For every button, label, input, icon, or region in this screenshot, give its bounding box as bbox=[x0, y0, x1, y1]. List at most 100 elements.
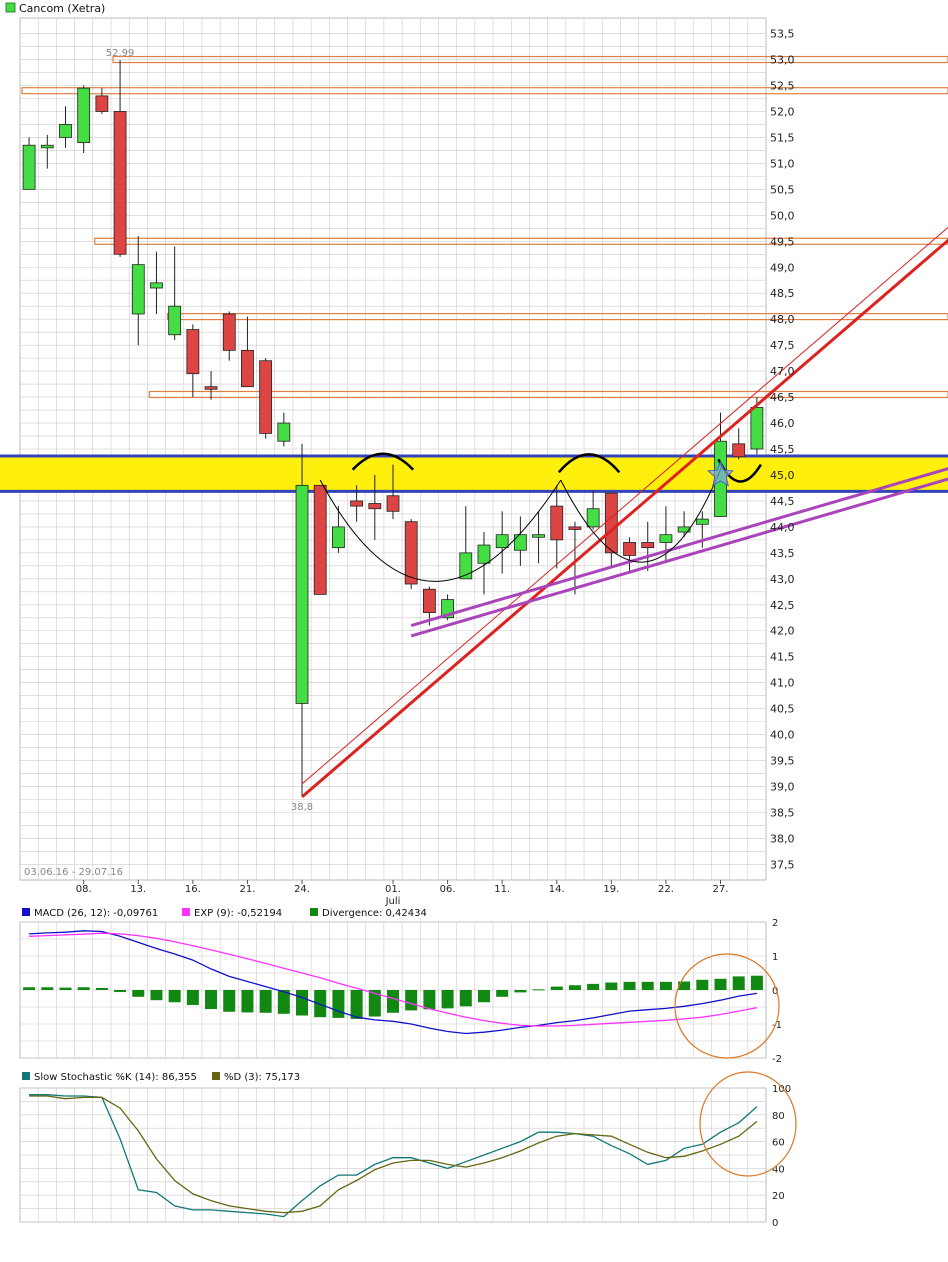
candle-body bbox=[732, 443, 746, 458]
y-tick-label: 43,0 bbox=[770, 573, 795, 586]
x-tick-label: 13. bbox=[130, 884, 146, 895]
candle-body bbox=[59, 124, 72, 138]
y-tick-label: 53,0 bbox=[770, 54, 795, 67]
macd-legend-swatch bbox=[182, 908, 190, 916]
divergence-bar bbox=[441, 990, 454, 1009]
stoch-legend-label: Slow Stochastic %K (14): 86,355 bbox=[34, 1072, 197, 1083]
y-tick-label: 50,5 bbox=[770, 183, 795, 196]
divergence-bar bbox=[750, 975, 763, 990]
candle-body bbox=[550, 505, 564, 541]
divergence-bar bbox=[168, 990, 181, 1003]
divergence-bar bbox=[550, 986, 563, 990]
price-panel: Cancom (Xetra) 52,99 38,8 53,5 53,0 52,5 52,0 5… bbox=[0, 2, 948, 907]
candle-body bbox=[113, 111, 127, 255]
y-tick-label: 38,5 bbox=[770, 806, 795, 819]
x-tick-label: 22. bbox=[658, 884, 674, 895]
candle-body bbox=[513, 534, 527, 551]
y-tick-label: 49,5 bbox=[770, 235, 795, 248]
y-tick-label: 39,0 bbox=[770, 781, 795, 794]
candle-body bbox=[750, 407, 764, 450]
x-tick-label: 08. bbox=[76, 884, 92, 895]
y-tick-label: 48,0 bbox=[770, 313, 795, 326]
divergence-bar bbox=[150, 990, 163, 1001]
candle-body bbox=[168, 305, 182, 336]
macd-y-tick-label: 1 bbox=[772, 952, 778, 963]
y-tick-label: 52,5 bbox=[770, 80, 795, 93]
divergence-bar bbox=[95, 987, 108, 990]
y-tick-label: 46,0 bbox=[770, 417, 795, 430]
y-tick-label: 41,5 bbox=[770, 651, 795, 664]
y-tick-label: 49,0 bbox=[770, 261, 795, 274]
divergence-bar bbox=[296, 990, 309, 1016]
macd-y-tick-label: -2 bbox=[772, 1054, 782, 1065]
candle-body bbox=[77, 87, 91, 144]
y-tick-label: 48,5 bbox=[770, 287, 795, 300]
candle-body bbox=[186, 329, 200, 375]
candle-body bbox=[332, 526, 345, 549]
divergence-bar bbox=[459, 990, 472, 1007]
divergence-bar bbox=[350, 990, 363, 1019]
divergence-bar bbox=[496, 990, 509, 997]
candle-body bbox=[641, 542, 655, 549]
divergence-bar bbox=[568, 985, 581, 990]
x-tick-label: 14. bbox=[549, 884, 565, 895]
y-tick-label: 37,5 bbox=[770, 858, 795, 871]
macd-legend-swatch bbox=[22, 908, 30, 916]
divergence-bar bbox=[241, 990, 254, 1013]
stoch-legend-label: %D (3): 75,173 bbox=[224, 1072, 300, 1083]
divergence-bar bbox=[587, 983, 600, 990]
divergence-bar bbox=[696, 979, 709, 990]
stoch-y-tick-label: 20 bbox=[772, 1191, 785, 1202]
divergence-bar bbox=[423, 990, 436, 1010]
divergence-bar bbox=[714, 978, 727, 990]
divergence-bar bbox=[659, 981, 672, 990]
chart-stage: Cancom (Xetra) 52,99 38,8 53,5 53,0 52,5 52,0 5… bbox=[0, 2, 948, 1229]
candle-body bbox=[259, 360, 273, 434]
divergence-bar bbox=[223, 990, 236, 1012]
y-tick-label: 53,5 bbox=[770, 28, 795, 41]
price-annotation: 52,99 bbox=[106, 48, 135, 59]
candle-body bbox=[313, 484, 327, 595]
stoch-y-tick-label: 40 bbox=[772, 1164, 785, 1175]
candle-body bbox=[695, 518, 709, 525]
stoch-y-tick-label: 100 bbox=[772, 1084, 791, 1095]
divergence-bar bbox=[623, 981, 636, 990]
candle-body bbox=[477, 544, 491, 564]
y-tick-label: 46,5 bbox=[770, 391, 795, 404]
macd-legend-label: Divergence: 0,42434 bbox=[322, 908, 427, 919]
candle-body bbox=[586, 508, 600, 528]
stoch-legend-swatch bbox=[212, 1072, 220, 1080]
candle-body bbox=[568, 526, 582, 530]
x-tick-label: 16. bbox=[185, 884, 201, 895]
divergence-bar bbox=[205, 990, 218, 1010]
candle-body bbox=[422, 588, 436, 613]
y-tick-label: 45,5 bbox=[770, 443, 795, 456]
y-tick-label: 51,5 bbox=[770, 131, 795, 144]
divergence-bar bbox=[41, 987, 54, 990]
candle-body bbox=[222, 313, 236, 351]
divergence-bar bbox=[605, 982, 618, 990]
chart-title: Cancom (Xetra) bbox=[19, 2, 105, 15]
candle-body bbox=[495, 534, 509, 549]
divergence-bar bbox=[186, 990, 199, 1005]
divergence-bar bbox=[332, 990, 345, 1018]
stoch-y-tick-label: 60 bbox=[772, 1138, 785, 1149]
candle-body bbox=[532, 534, 545, 538]
stochastic-panel: Slow Stochastic %K (14): 86,355 %D (3): 7… bbox=[19, 1071, 797, 1229]
stoch-y-tick-label: 80 bbox=[772, 1111, 785, 1122]
y-tick-label: 44,0 bbox=[770, 521, 795, 534]
y-tick-label: 51,0 bbox=[770, 157, 795, 170]
divergence-bar bbox=[514, 990, 527, 993]
x-tick-label: 21. bbox=[239, 884, 255, 895]
y-tick-label: 42,0 bbox=[770, 625, 795, 638]
y-tick-label: 52,0 bbox=[770, 105, 795, 118]
y-tick-label: 39,5 bbox=[770, 755, 795, 768]
macd-legend-swatch bbox=[310, 908, 318, 916]
y-tick-label: 47,0 bbox=[770, 365, 795, 378]
y-tick-label: 47,5 bbox=[770, 339, 795, 352]
divergence-bar bbox=[314, 990, 327, 1018]
divergence-bar bbox=[532, 989, 545, 991]
x-tick-label: 01. bbox=[385, 884, 401, 895]
divergence-bar bbox=[732, 976, 745, 990]
x-tick-label: 19. bbox=[603, 884, 619, 895]
